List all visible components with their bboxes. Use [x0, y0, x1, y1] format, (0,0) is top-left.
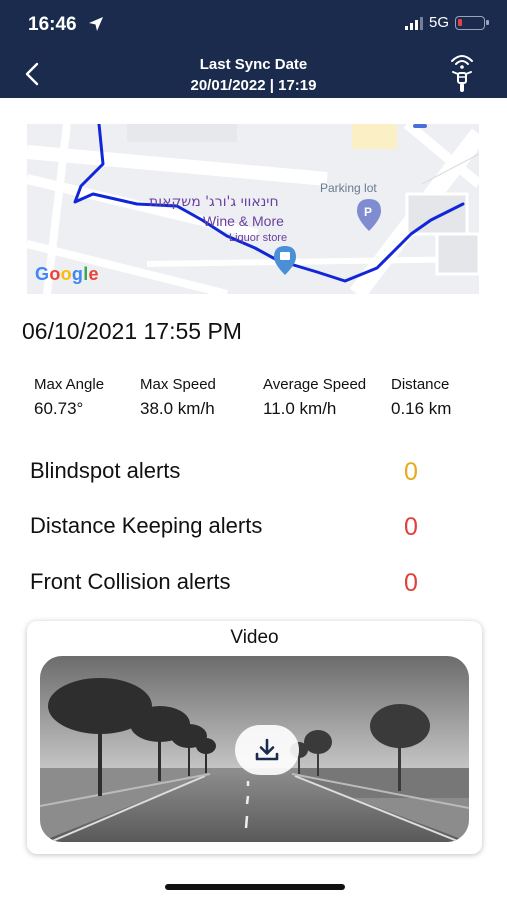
svg-text:P: P: [364, 205, 372, 219]
home-indicator[interactable]: [165, 884, 345, 890]
stat-value: 11.0 km/h: [263, 399, 337, 418]
sync-date: 20/01/2022 | 17:19: [190, 77, 317, 94]
download-icon: [255, 738, 279, 761]
map-label-shop-name: Wine & More: [203, 213, 284, 229]
alert-row-front-collision: Front Collision alerts 0: [30, 569, 430, 603]
page-title: Last Sync Date: [199, 56, 308, 73]
stat-max-speed: Max Speed 38.0 km/h: [140, 376, 216, 419]
alert-row-blindspot: Blindspot alerts 0: [30, 458, 430, 492]
google-logo: Google: [35, 264, 99, 284]
alert-label: Front Collision alerts: [30, 569, 231, 594]
stat-label: Average Speed: [263, 376, 367, 393]
stat-average-speed: Average Speed 11.0 km/h: [263, 376, 366, 419]
trip-datetime: 06/10/2021 17:55 PM: [22, 318, 242, 344]
status-indicators: 5G: [404, 14, 489, 31]
route-map[interactable]: P חינאווי ג'ורג' משקאות Wine & More Liqu…: [27, 124, 479, 294]
network-type: 5G: [428, 14, 449, 31]
location-arrow-icon: [89, 17, 103, 31]
map-label-shop-category: Liquor store: [229, 232, 288, 244]
stat-label: Distance: [391, 376, 450, 393]
stat-value: 0.16 km: [391, 399, 452, 418]
map-label-parking: Parking lot: [320, 181, 377, 195]
battery-icon: [455, 15, 489, 30]
alert-count: 0: [404, 458, 418, 486]
stat-value: 38.0 km/h: [140, 399, 215, 418]
motorcycle-wifi-icon[interactable]: [447, 52, 477, 94]
alert-label: Blindspot alerts: [30, 458, 181, 483]
status-time: 16:46: [28, 14, 77, 35]
download-button[interactable]: [235, 725, 299, 775]
alert-count: 0: [404, 513, 418, 541]
stat-distance: Distance 0.16 km: [391, 376, 451, 419]
video-title: Video: [230, 627, 279, 648]
video-card: Video: [27, 621, 482, 854]
alert-count: 0: [404, 569, 418, 597]
map-label-shop-hebrew: חינאווי ג'ורג' משקאות: [149, 194, 279, 210]
stat-value: 60.73°: [34, 399, 84, 418]
alert-row-distance-keeping: Distance Keeping alerts 0: [30, 513, 430, 547]
alert-label: Distance Keeping alerts: [30, 513, 263, 538]
video-thumbnail[interactable]: [40, 656, 469, 842]
stat-label: Max Angle: [34, 376, 105, 393]
stat-max-angle: Max Angle 60.73°: [34, 376, 104, 419]
stat-label: Max Speed: [140, 376, 216, 393]
header-title-block: Last Sync Date 20/01/2022 | 17:19: [0, 55, 507, 97]
app-header: 16:46 5G Last Sync Date 20/01/2022 | 17:…: [0, 0, 507, 98]
signal-icon: [404, 16, 423, 30]
